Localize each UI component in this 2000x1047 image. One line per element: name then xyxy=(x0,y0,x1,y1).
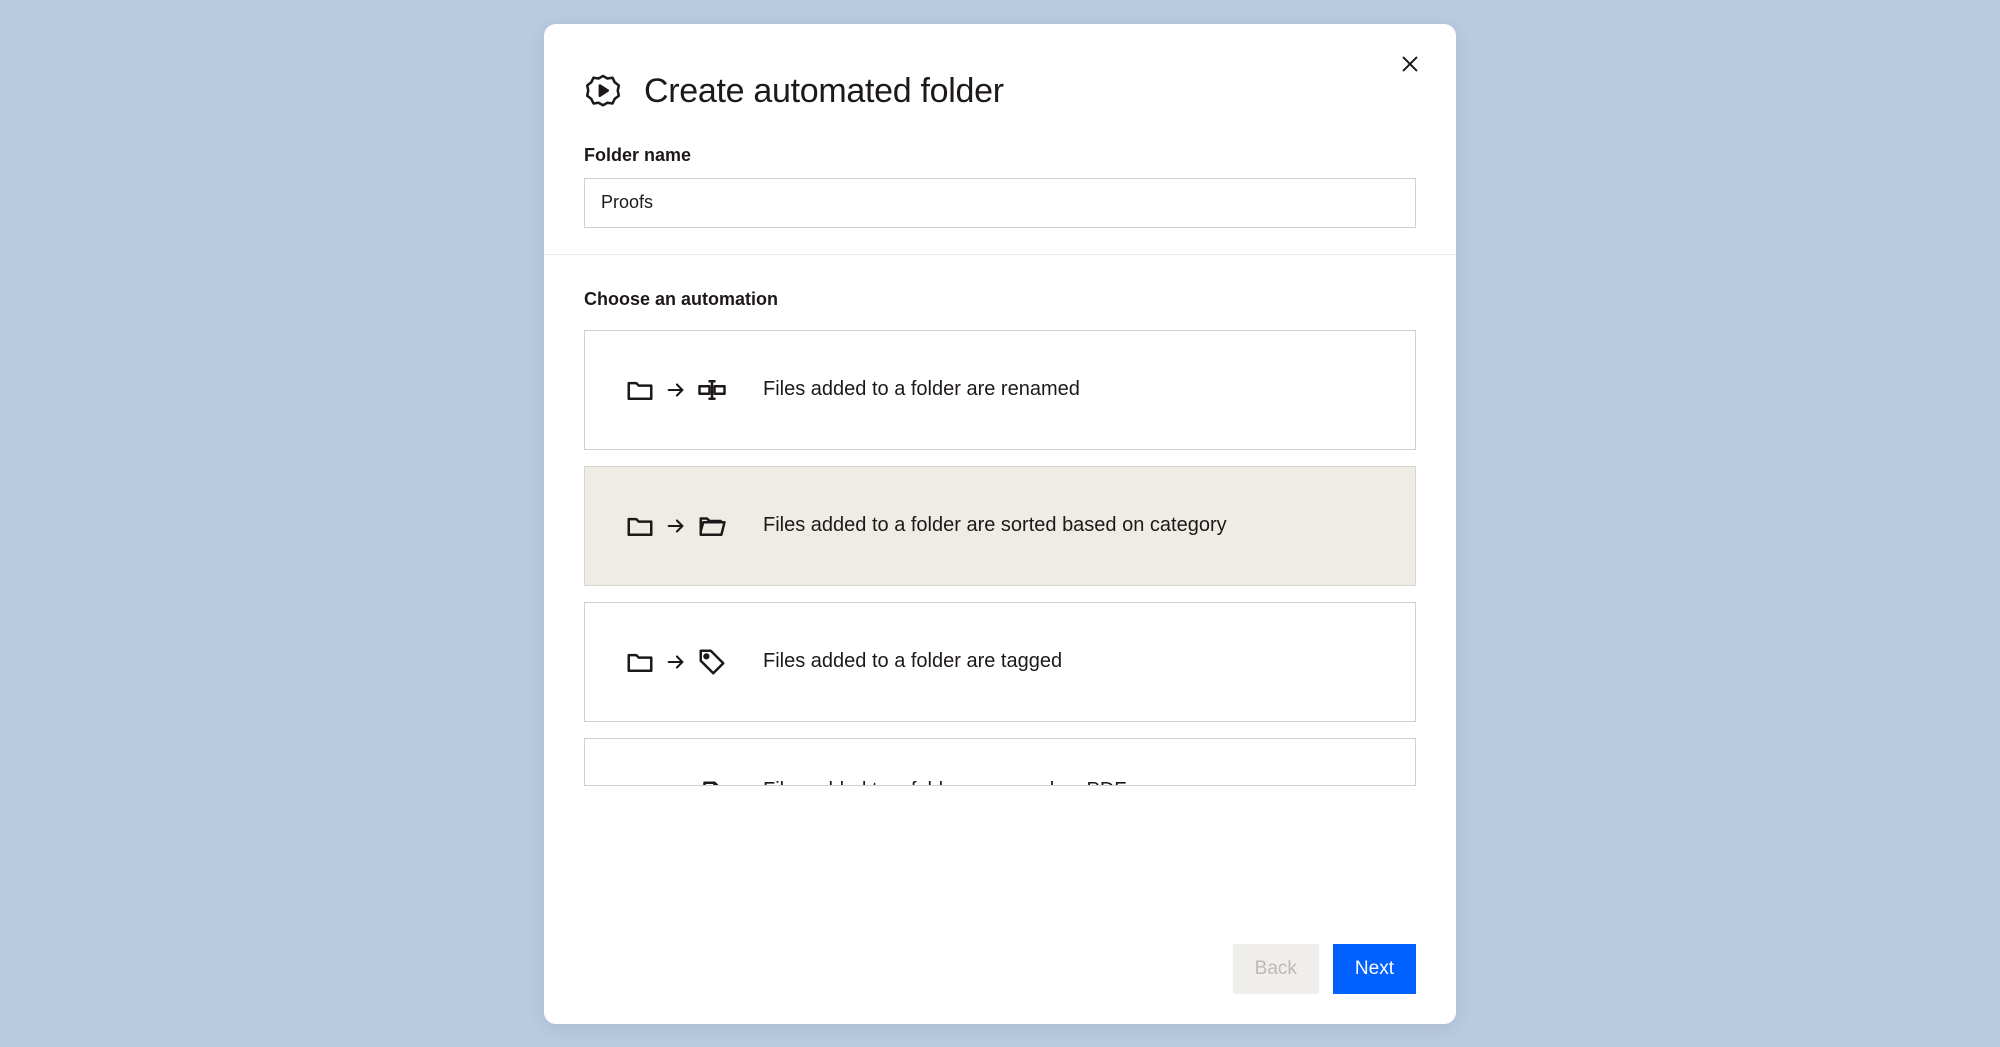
automation-option-sort[interactable]: Files added to a folder are sorted based… xyxy=(584,466,1416,586)
folder-icon xyxy=(625,375,655,405)
file-icon xyxy=(697,779,727,786)
arrow-right-icon xyxy=(665,651,687,673)
rename-icon xyxy=(697,375,727,405)
automation-option-pdf[interactable]: Files added to a folder are saved as PDF xyxy=(584,738,1416,786)
option-icons xyxy=(625,375,727,405)
close-button[interactable] xyxy=(1396,50,1424,78)
option-label: Files added to a folder are tagged xyxy=(763,650,1062,673)
automation-options: Files added to a folder are renamed File… xyxy=(584,330,1416,786)
arrow-right-icon xyxy=(665,783,687,786)
folder-name-input[interactable] xyxy=(584,178,1416,228)
option-label: Files added to a folder are saved as PDF xyxy=(763,779,1127,786)
close-icon xyxy=(1399,53,1421,75)
title-row: Create automated folder xyxy=(584,72,1416,111)
folder-icon xyxy=(625,779,655,786)
option-icons xyxy=(625,511,727,541)
automation-option-tag[interactable]: Files added to a folder are tagged xyxy=(584,602,1416,722)
option-label: Files added to a folder are renamed xyxy=(763,378,1080,401)
tag-icon xyxy=(697,647,727,677)
automation-option-rename[interactable]: Files added to a folder are renamed xyxy=(584,330,1416,450)
folder-icon xyxy=(625,647,655,677)
arrow-right-icon xyxy=(665,379,687,401)
gear-play-icon xyxy=(584,72,622,110)
folder-icon xyxy=(625,511,655,541)
arrow-right-icon xyxy=(665,515,687,537)
modal-title: Create automated folder xyxy=(644,72,1004,111)
modal-footer: Back Next xyxy=(544,920,1456,1024)
option-icons xyxy=(625,779,727,786)
next-button[interactable]: Next xyxy=(1333,944,1416,994)
option-icons xyxy=(625,647,727,677)
create-automated-folder-modal: Create automated folder Folder name Choo… xyxy=(544,24,1456,1024)
folder-name-label: Folder name xyxy=(584,145,1416,166)
option-label: Files added to a folder are sorted based… xyxy=(763,514,1227,537)
folder-open-icon xyxy=(697,511,727,541)
automation-section-label: Choose an automation xyxy=(584,289,1416,310)
back-button[interactable]: Back xyxy=(1233,944,1319,994)
modal-body: Choose an automation xyxy=(544,255,1456,920)
modal-header: Create automated folder Folder name xyxy=(544,24,1456,255)
